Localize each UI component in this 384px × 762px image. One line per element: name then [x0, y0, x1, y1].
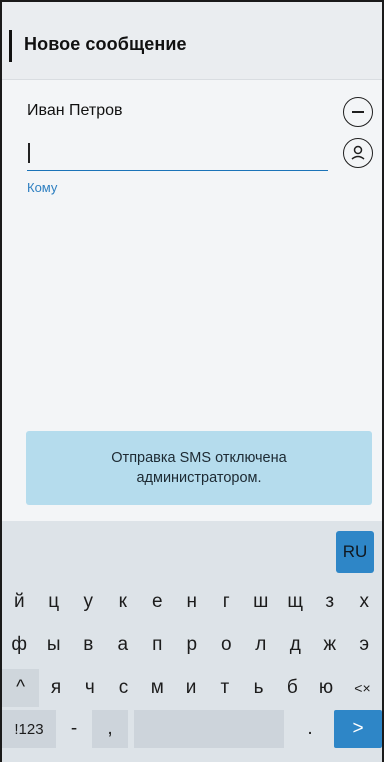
key-х[interactable]: х	[347, 583, 382, 621]
key-ц[interactable]: ц	[37, 583, 72, 621]
key-д[interactable]: д	[278, 626, 313, 664]
language-key[interactable]: RU	[336, 531, 374, 573]
text-caret	[28, 143, 30, 163]
key-в[interactable]: в	[71, 626, 106, 664]
header-marker	[9, 30, 12, 62]
key-ю[interactable]: ю	[309, 669, 343, 707]
key-з[interactable]: з	[313, 583, 348, 621]
keyboard-row-1: й ц у к е н г ш щ з х	[2, 583, 382, 621]
keyboard-row-2: ф ы в а п р о л д ж э	[2, 626, 382, 664]
key-б[interactable]: б	[275, 669, 309, 707]
shift-key[interactable]: ^	[2, 669, 40, 707]
key-л[interactable]: л	[244, 626, 279, 664]
key-у[interactable]: у	[71, 583, 106, 621]
key-ы[interactable]: ы	[37, 626, 72, 664]
numbers-key[interactable]: !123	[2, 710, 56, 748]
backspace-key[interactable]: <×	[343, 669, 382, 707]
key-к[interactable]: к	[106, 583, 141, 621]
page-title: Новое сообщение	[24, 34, 187, 54]
app-header: Новое сообщение	[2, 2, 382, 80]
key-ж[interactable]: ж	[313, 626, 348, 664]
remove-recipient-button[interactable]	[343, 97, 373, 127]
keyboard-row-3: ^ я ч с м и т ь б ю <×	[2, 669, 382, 707]
sms-disabled-notice: Отправка SMS отключена администратором.	[26, 431, 372, 505]
key-э[interactable]: э	[347, 626, 382, 664]
key-я[interactable]: я	[39, 669, 73, 707]
key-е[interactable]: е	[140, 583, 175, 621]
dash-key[interactable]: -	[56, 710, 92, 748]
key-а[interactable]: а	[106, 626, 141, 664]
key-ш[interactable]: ш	[244, 583, 279, 621]
on-screen-keyboard: RU й ц у к е н г ш щ з х ф ы в а п р о л…	[2, 521, 382, 762]
comma-key[interactable]: ,	[92, 710, 128, 748]
key-о[interactable]: о	[209, 626, 244, 664]
key-щ[interactable]: щ	[278, 583, 313, 621]
recipient-chip-name[interactable]: Иван Петров	[27, 102, 123, 120]
contact-picker-button[interactable]	[343, 138, 373, 168]
key-т[interactable]: т	[208, 669, 242, 707]
space-key[interactable]	[134, 710, 284, 748]
key-г[interactable]: г	[209, 583, 244, 621]
key-ф[interactable]: ф	[2, 626, 37, 664]
next-key[interactable]: >	[334, 710, 382, 748]
key-п[interactable]: п	[140, 626, 175, 664]
keyboard-row-4: !123 - , . >	[2, 710, 382, 748]
key-р[interactable]: р	[175, 626, 210, 664]
key-м[interactable]: м	[140, 669, 174, 707]
key-н[interactable]: н	[175, 583, 210, 621]
person-icon	[351, 145, 365, 160]
key-й[interactable]: й	[2, 583, 37, 621]
period-key[interactable]: .	[292, 710, 328, 748]
key-ч[interactable]: ч	[73, 669, 107, 707]
recipient-input[interactable]	[27, 139, 328, 171]
key-и[interactable]: и	[174, 669, 208, 707]
minus-icon	[352, 111, 364, 113]
key-ь[interactable]: ь	[242, 669, 276, 707]
key-с[interactable]: с	[107, 669, 141, 707]
to-field-label: Кому	[27, 180, 58, 195]
